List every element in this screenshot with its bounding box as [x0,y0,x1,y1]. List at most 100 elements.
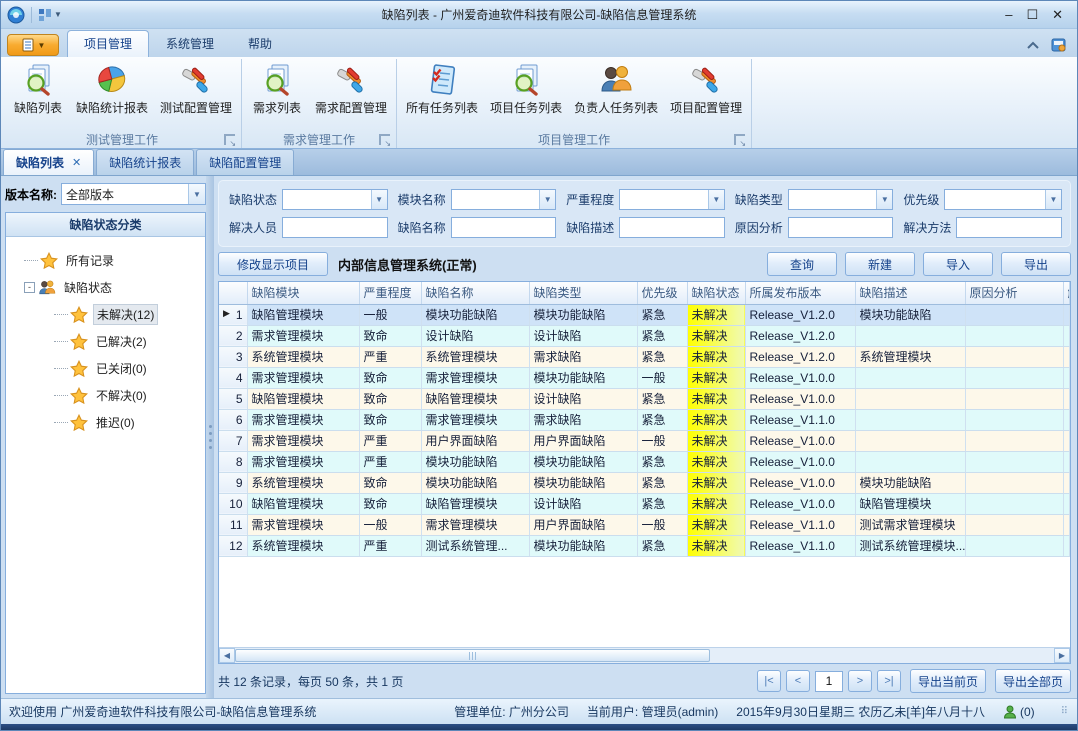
grid-cell[interactable]: 一般 [637,430,687,451]
close-button[interactable]: ✕ [1052,8,1063,21]
grid-cell[interactable]: 未解决 [687,388,745,409]
grid-cell[interactable] [965,409,1063,430]
grid-cell[interactable]: 一般 [359,514,421,535]
grid-cell[interactable] [965,493,1063,514]
filter-input-解决方法[interactable] [956,217,1062,238]
chevron-down-icon[interactable]: ▼ [188,184,205,204]
grid-cell[interactable]: 紧急 [637,493,687,514]
grid-cell[interactable]: 用户界面缺陷 [529,430,637,451]
grid-cell[interactable]: 缺陷管理模块 [855,493,965,514]
grid-cell[interactable]: 未解决 [687,535,745,556]
action-button-新建[interactable]: 新建 [845,252,915,276]
table-row[interactable]: 11需求管理模块一般需求管理模块用户界面缺陷一般未解决Release_V1.1.… [219,514,1070,535]
grid-cell[interactable]: 模块功能缺陷 [421,472,529,493]
dialog-launcher-icon[interactable] [224,134,235,145]
grid-cell[interactable]: 模块功能缺陷 [529,367,637,388]
grid-cell[interactable]: 紧急 [637,409,687,430]
grid-cell[interactable]: 紧急 [637,388,687,409]
grid-cell[interactable]: 需求缺陷 [529,409,637,430]
version-combobox[interactable]: 全部版本 ▼ [61,183,206,205]
grid-cell[interactable] [1063,493,1070,514]
grid-cell[interactable]: Release_V1.2.0 [745,346,855,367]
grid-cell[interactable]: 模块功能缺陷 [855,304,965,325]
grid-cell[interactable]: 系统管理模块 [247,472,359,493]
grid-cell[interactable]: 需求管理模块 [247,451,359,472]
grid-cell[interactable]: Release_V1.2.0 [745,325,855,346]
grid-cell[interactable]: 系统管理模块 [421,346,529,367]
chevron-down-icon[interactable]: ▼ [371,190,387,209]
column-header-原因分析[interactable]: 原因分析 [965,282,1063,304]
grid-cell[interactable]: 缺陷管理模块 [421,388,529,409]
grid-cell[interactable] [965,388,1063,409]
grid-cell[interactable] [1063,430,1070,451]
doc-tab-缺陷统计报表[interactable]: 缺陷统计报表 [96,149,194,175]
ribbon-button-需求列表[interactable]: 需求列表 [246,61,308,118]
filter-combobox-严重程度[interactable]: ▼ [619,189,725,210]
filter-combobox-缺陷类型[interactable]: ▼ [788,189,894,210]
grid-cell[interactable] [1063,325,1070,346]
grid-cell[interactable]: 需求管理模块 [247,514,359,535]
grid-cell[interactable]: 未解决 [687,409,745,430]
grid-cell[interactable] [855,430,965,451]
grid-cell[interactable]: 未解决 [687,304,745,325]
grid-cell[interactable]: 致命 [359,409,421,430]
grid-cell[interactable] [1063,535,1070,556]
action-button-查询[interactable]: 查询 [767,252,837,276]
close-tab-icon[interactable]: ✕ [72,156,81,169]
grid-cell[interactable]: 致命 [359,493,421,514]
collapse-ribbon-icon[interactable] [1026,40,1040,50]
filter-value[interactable] [283,218,387,237]
grid-cell[interactable] [965,535,1063,556]
ribbon-tab-系统管理[interactable]: 系统管理 [149,30,231,57]
column-header-解决方法[interactable]: 解决方法 [1063,282,1070,304]
grid-cell[interactable]: Release_V1.1.0 [745,514,855,535]
grid-cell[interactable] [855,451,965,472]
tree-item-推迟(0)[interactable]: 推迟(0) [10,409,201,436]
filter-value[interactable] [620,218,724,237]
grid-cell[interactable]: 需求管理模块 [247,430,359,451]
grid-cell[interactable] [855,367,965,388]
grid-cell[interactable] [965,514,1063,535]
grid-cell[interactable] [965,367,1063,388]
grid-cell[interactable]: Release_V1.0.0 [745,367,855,388]
doc-tab-缺陷配置管理[interactable]: 缺陷配置管理 [196,149,294,175]
ribbon-button-测试配置管理[interactable]: 测试配置管理 [155,61,237,118]
scrollbar-thumb[interactable] [235,649,710,662]
column-header-缺陷状态[interactable]: 缺陷状态 [687,282,745,304]
grid-cell[interactable]: 需求管理模块 [247,367,359,388]
table-row[interactable]: 5缺陷管理模块致命缺陷管理模块设计缺陷紧急未解决Release_V1.0.0 [219,388,1070,409]
row-indicator-header[interactable] [219,282,247,304]
horizontal-scrollbar[interactable]: ◀ ▶ [219,647,1070,663]
grid-cell[interactable]: 模块功能缺陷 [529,535,637,556]
ribbon-button-项目任务列表[interactable]: 项目任务列表 [485,61,567,118]
table-row[interactable]: ▶1缺陷管理模块一般模块功能缺陷模块功能缺陷紧急未解决Release_V1.2.… [219,304,1070,325]
filter-value[interactable] [957,218,1061,237]
column-header-缺陷名称[interactable]: 缺陷名称 [421,282,529,304]
grid-cell[interactable]: 未解决 [687,472,745,493]
minimize-button[interactable]: – [1005,8,1012,21]
grid-cell[interactable] [965,325,1063,346]
grid-cell[interactable]: 模块功能缺陷 [529,472,637,493]
grid-cell[interactable] [1063,367,1070,388]
ribbon-tab-帮助[interactable]: 帮助 [231,30,289,57]
grid-cell[interactable] [855,325,965,346]
grid-cell[interactable]: Release_V1.2.0 [745,304,855,325]
grid-cell[interactable]: 模块功能缺陷 [529,451,637,472]
grid-cell[interactable] [965,430,1063,451]
table-row[interactable]: 7需求管理模块严重用户界面缺陷用户界面缺陷一般未解决Release_V1.0.0 [219,430,1070,451]
next-page-button[interactable]: > [848,670,872,692]
table-row[interactable]: 2需求管理模块致命设计缺陷设计缺陷紧急未解决Release_V1.2.0 [219,325,1070,346]
filter-value[interactable] [452,190,540,209]
chevron-down-icon[interactable]: ▼ [1045,190,1061,209]
grid-cell[interactable]: 模块功能缺陷 [529,304,637,325]
prev-page-button[interactable]: < [786,670,810,692]
scroll-right-arrow-icon[interactable]: ▶ [1054,648,1070,663]
grid-cell[interactable]: 未解决 [687,325,745,346]
grid-cell[interactable]: 严重 [359,535,421,556]
grid-cell[interactable]: 设计缺陷 [529,388,637,409]
ribbon-button-项目配置管理[interactable]: 项目配置管理 [665,61,747,118]
grid-cell[interactable]: Release_V1.0.0 [745,430,855,451]
table-row[interactable]: 12系统管理模块严重测试系统管理...模块功能缺陷紧急未解决Release_V1… [219,535,1070,556]
grid-cell[interactable]: 紧急 [637,451,687,472]
grid-cell[interactable] [1063,346,1070,367]
